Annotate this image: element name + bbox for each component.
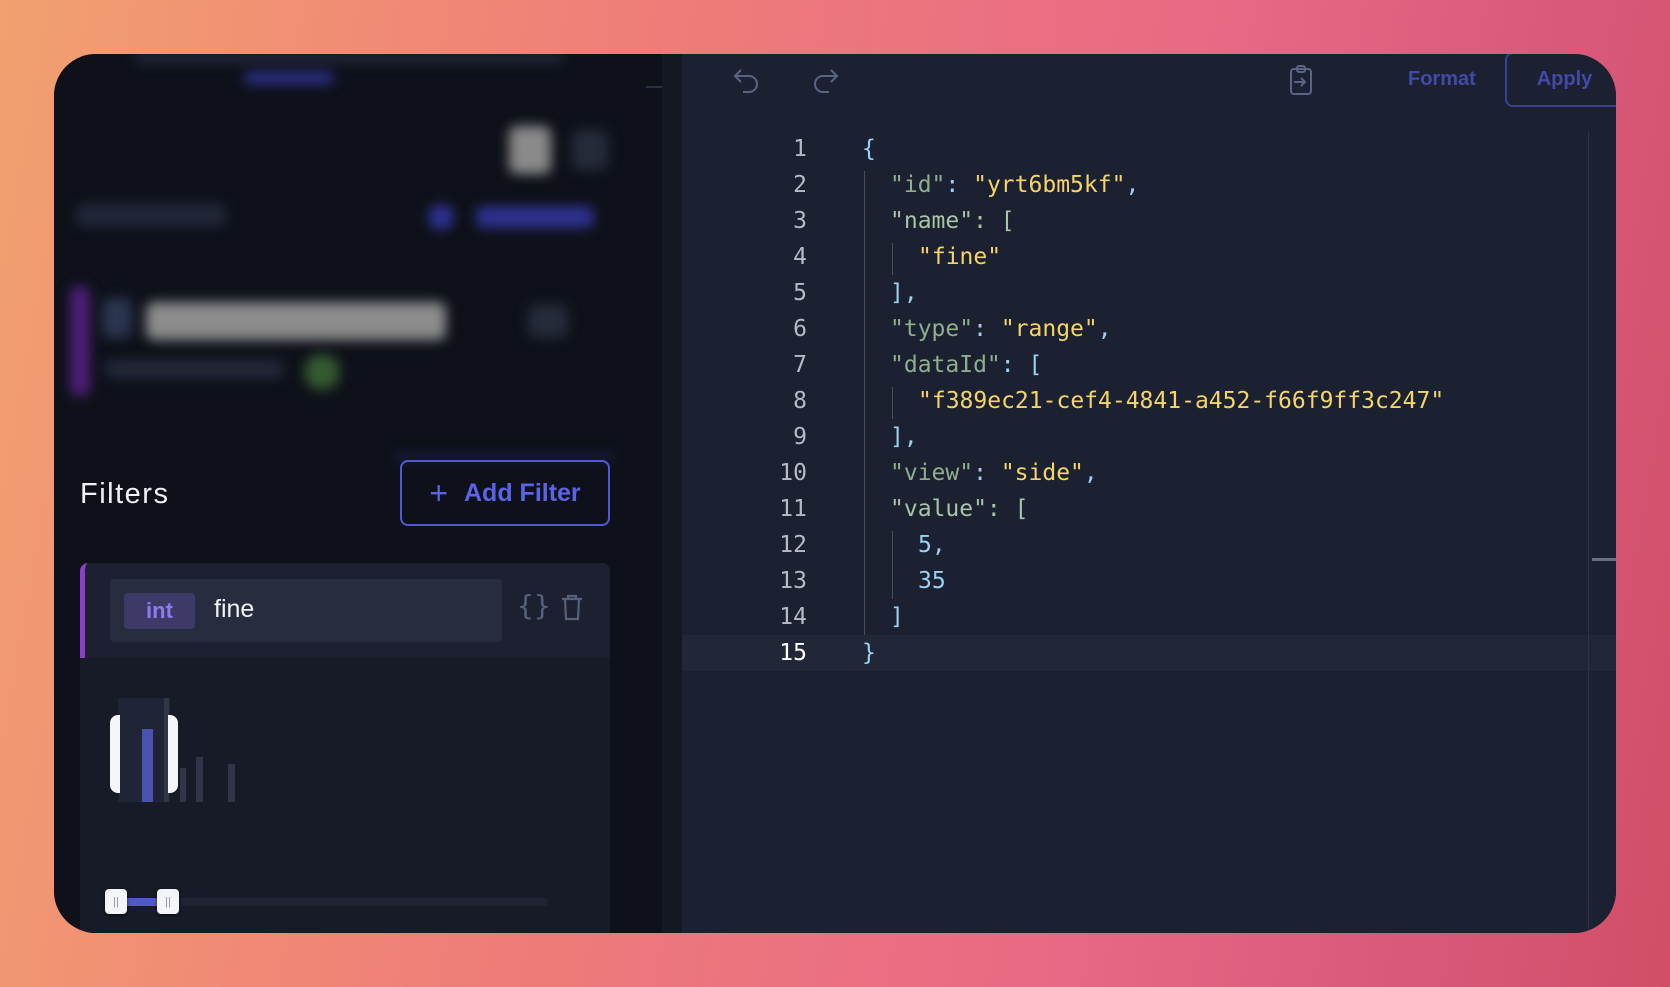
- filter-field-selector[interactable]: int fine: [110, 579, 502, 642]
- code-text: "id": "yrt6bm5kf",: [890, 172, 1140, 198]
- blurred-button: [572, 130, 608, 170]
- code-text: 5,: [918, 532, 946, 558]
- indent-guide: [892, 387, 893, 419]
- slider-handle-max[interactable]: ||: [157, 889, 179, 914]
- add-filter-button[interactable]: + Add Filter: [400, 460, 610, 526]
- line-number: 7: [793, 352, 807, 378]
- panel-divider[interactable]: [662, 54, 682, 933]
- code-line[interactable]: 9],: [682, 419, 1616, 455]
- code-line[interactable]: 4 "fine": [682, 239, 1616, 275]
- code-text: ]: [890, 604, 904, 630]
- code-line[interactable]: 5],: [682, 275, 1616, 311]
- code-line[interactable]: 1{: [682, 131, 1616, 167]
- indent-guide: [864, 171, 865, 635]
- code-text: }: [862, 640, 876, 666]
- blurred-icon: [528, 304, 568, 338]
- divider: [646, 86, 662, 88]
- histogram-bar: [180, 768, 186, 802]
- scrollbar-thumb[interactable]: [1592, 558, 1616, 561]
- code-text: "f389ec21-cef4-4841-a452-f66f9ff3c247": [918, 388, 1445, 414]
- code-line[interactable]: 15}: [682, 635, 1616, 671]
- filters-heading: Filters: [80, 478, 170, 510]
- trash-icon[interactable]: [560, 593, 584, 621]
- apply-button[interactable]: Apply: [1505, 54, 1616, 107]
- code-text: "dataId": [: [890, 352, 1043, 378]
- range-filter-panel: || || 5 35: [80, 658, 610, 933]
- code-line[interactable]: 10 "view": "side",: [682, 455, 1616, 491]
- blurred-subtitle: [104, 360, 284, 378]
- blurred-tabs: [134, 54, 564, 62]
- code-text: "type": "range",: [890, 316, 1112, 342]
- sidebar-panel: Filters + Add Filter int fine {} || ||: [54, 54, 662, 933]
- line-number: 4: [793, 244, 807, 270]
- code-text: "name": [: [890, 208, 1015, 234]
- code-text: "value": [: [890, 496, 1029, 522]
- line-number: 8: [793, 388, 807, 414]
- line-number: 2: [793, 172, 807, 198]
- format-button[interactable]: Format: [1408, 68, 1476, 91]
- redo-icon[interactable]: [810, 66, 840, 96]
- line-number: 9: [793, 424, 807, 450]
- code-area[interactable]: 1{2 "id": "yrt6bm5kf", 3 "name": [4 "fine" 5]…: [682, 131, 1616, 671]
- slider-handle-min[interactable]: ||: [105, 889, 127, 914]
- code-line[interactable]: 11 "value": [: [682, 491, 1616, 527]
- blurred-status: [304, 354, 340, 390]
- blurred-link: [476, 206, 594, 228]
- json-icon[interactable]: {}: [517, 589, 551, 622]
- code-line[interactable]: 2 "id": "yrt6bm5kf",: [682, 167, 1616, 203]
- editor-scrollbar[interactable]: [1588, 131, 1616, 933]
- code-line[interactable]: 6 "type": "range",: [682, 311, 1616, 347]
- field-name: fine: [214, 595, 255, 623]
- undo-icon[interactable]: [732, 66, 762, 96]
- blurred-icon: [428, 204, 454, 230]
- plus-icon: +: [429, 474, 448, 511]
- histogram-bar: [228, 764, 235, 802]
- filter-card: int fine {}: [80, 563, 610, 658]
- line-number: 3: [793, 208, 807, 234]
- blurred-button: [509, 126, 551, 174]
- code-line[interactable]: 8 "f389ec21-cef4-4841-a452-f66f9ff3c247": [682, 383, 1616, 419]
- indent-guide: [892, 531, 893, 599]
- blurred-icon: [102, 298, 132, 338]
- blurred-title: [146, 302, 446, 340]
- app-window: Filters + Add Filter int fine {} || || F…: [54, 54, 1616, 933]
- histogram-bar: [196, 757, 203, 802]
- histogram-bar: [142, 729, 153, 802]
- histogram: [110, 698, 510, 802]
- code-text: ],: [890, 424, 918, 450]
- code-text: "view": "side",: [890, 460, 1098, 486]
- line-number: 6: [793, 316, 807, 342]
- line-number: 1: [793, 136, 807, 162]
- code-line[interactable]: 12 5,: [682, 527, 1616, 563]
- code-line[interactable]: 3 "name": [: [682, 203, 1616, 239]
- code-line[interactable]: 7 "dataId": [: [682, 347, 1616, 383]
- line-number: 15: [779, 640, 807, 666]
- blurred-active-tab: [244, 72, 334, 84]
- line-number: 14: [779, 604, 807, 630]
- line-number: 5: [793, 280, 807, 306]
- brush-handle-left[interactable]: [110, 715, 120, 793]
- json-editor: Format Apply 1{2 "id": "yrt6bm5kf", 3 "name…: [682, 54, 1616, 933]
- code-line[interactable]: 13 35: [682, 563, 1616, 599]
- paste-clipboard-icon[interactable]: [1288, 64, 1316, 96]
- range-slider-track[interactable]: [115, 898, 548, 906]
- add-filter-label: Add Filter: [464, 478, 581, 507]
- code-text: ],: [890, 280, 918, 306]
- code-text: "fine": [918, 244, 1002, 270]
- line-number: 12: [779, 532, 807, 558]
- blurred-accent: [70, 286, 90, 396]
- code-text: {: [862, 136, 876, 162]
- line-number: 13: [779, 568, 807, 594]
- code-text: 35: [918, 568, 946, 594]
- line-number: 11: [779, 496, 807, 522]
- indent-guide: [892, 243, 893, 275]
- blurred-heading: [76, 204, 226, 226]
- brush-handle-right[interactable]: [168, 715, 178, 793]
- type-badge: int: [124, 593, 195, 629]
- code-line[interactable]: 14]: [682, 599, 1616, 635]
- line-number: 10: [779, 460, 807, 486]
